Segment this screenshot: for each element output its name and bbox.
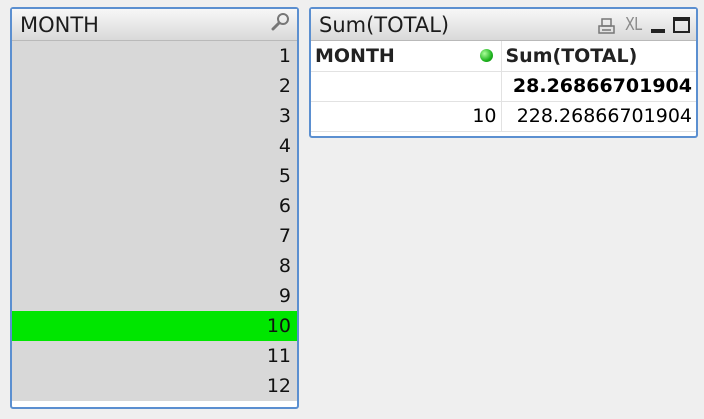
list-item[interactable]: 2 bbox=[12, 71, 297, 101]
table-header-row: MONTH Sum(TOTAL) bbox=[311, 41, 696, 72]
month-listbox[interactable]: MONTH 1 2 3 4 5 6 7 8 9 10 11 12 bbox=[10, 7, 299, 409]
total-value-cell: 28.26866701904 bbox=[501, 71, 696, 102]
list-item[interactable]: 1 bbox=[12, 41, 297, 71]
column-header-label: MONTH bbox=[315, 44, 395, 67]
data-table: MONTH Sum(TOTAL) 28.26866701904 10 228.2… bbox=[311, 41, 696, 132]
print-icon[interactable] bbox=[597, 16, 615, 34]
list-item[interactable]: 6 bbox=[12, 191, 297, 221]
list-item-selected[interactable]: 10 bbox=[12, 311, 297, 341]
list-item[interactable]: 12 bbox=[12, 371, 297, 401]
xl-export-icon[interactable]: XL bbox=[625, 14, 642, 35]
total-dimension-cell bbox=[311, 71, 502, 102]
list-item[interactable]: 4 bbox=[12, 131, 297, 161]
listbox-items: 1 2 3 4 5 6 7 8 9 10 11 12 bbox=[12, 41, 297, 401]
list-item[interactable]: 7 bbox=[12, 221, 297, 251]
table-row[interactable]: 10 228.26866701904 bbox=[311, 101, 696, 132]
list-item[interactable]: 8 bbox=[12, 251, 297, 281]
listbox-title: MONTH bbox=[20, 12, 99, 37]
sort-indicator-icon bbox=[479, 49, 493, 62]
minimize-icon[interactable] bbox=[651, 28, 665, 33]
table-title: Sum(TOTAL) bbox=[319, 12, 450, 37]
listbox-caption[interactable]: MONTH bbox=[12, 9, 297, 41]
list-item[interactable]: 11 bbox=[12, 341, 297, 371]
column-header-month[interactable]: MONTH bbox=[311, 41, 502, 72]
table-caption[interactable]: Sum(TOTAL) XL bbox=[311, 9, 696, 41]
totals-row: 28.26866701904 bbox=[311, 71, 696, 102]
list-item[interactable]: 3 bbox=[12, 101, 297, 131]
list-item[interactable]: 9 bbox=[12, 281, 297, 311]
month-cell[interactable]: 10 bbox=[311, 101, 502, 132]
maximize-icon[interactable] bbox=[673, 16, 690, 33]
sum-total-table[interactable]: Sum(TOTAL) XL MONTH Sum(TOTAL) 28.268667… bbox=[309, 7, 698, 138]
search-icon[interactable] bbox=[271, 12, 291, 37]
column-header-sum-total[interactable]: Sum(TOTAL) bbox=[501, 41, 696, 72]
list-item[interactable]: 5 bbox=[12, 161, 297, 191]
value-cell: 228.26866701904 bbox=[501, 101, 696, 132]
